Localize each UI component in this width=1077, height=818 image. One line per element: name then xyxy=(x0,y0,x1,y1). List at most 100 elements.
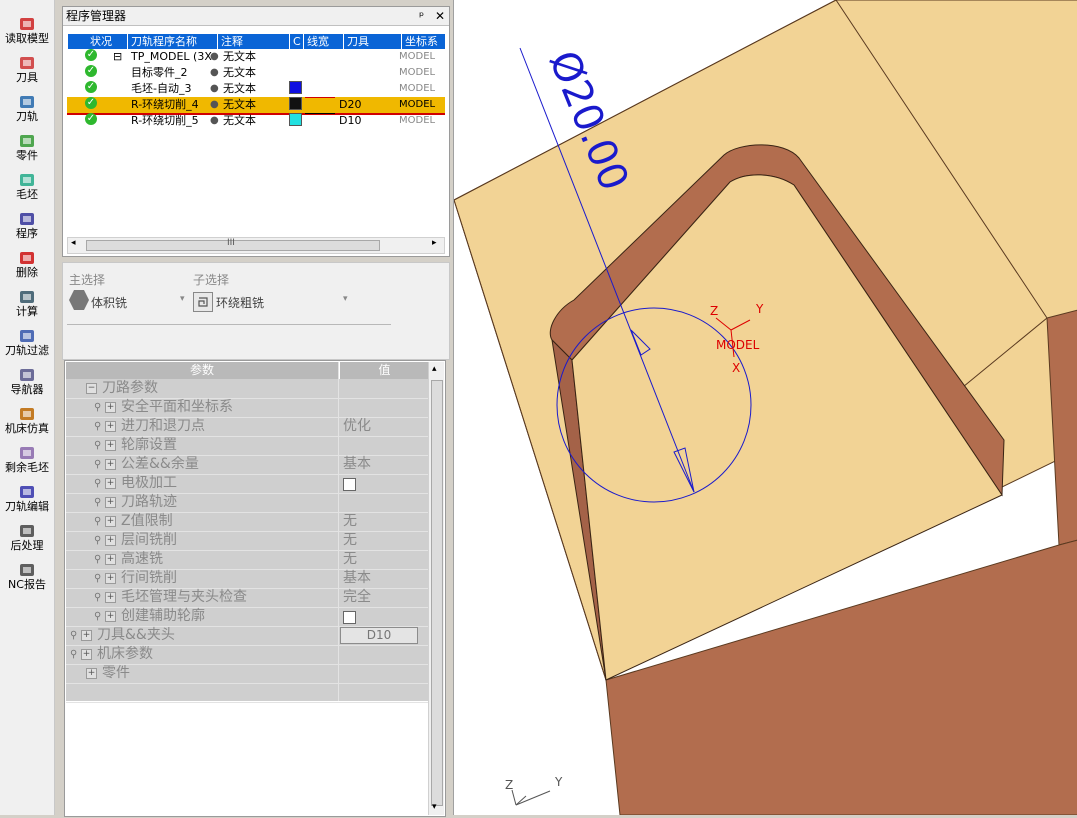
program-col-header[interactable]: 线宽 xyxy=(303,34,347,49)
toolbar-btn-4[interactable]: 零件 xyxy=(0,127,54,165)
param-label: 毛坯管理与夹头检查 xyxy=(121,589,247,605)
toolbar-btn-3[interactable]: 刀轨 xyxy=(0,88,54,126)
expand-icon[interactable]: + xyxy=(105,611,116,622)
scroll-up-icon[interactable]: ▴ xyxy=(432,364,437,374)
3d-viewport[interactable]: Ø20.00 Z Y X MODEL Z Y xyxy=(453,0,1077,816)
toolbar-btn-11[interactable]: 机床仿真 xyxy=(0,400,54,438)
param-row[interactable]: − 刀路参数 xyxy=(66,379,428,399)
expand-icon[interactable]: + xyxy=(86,668,97,679)
toolbar-btn-2[interactable]: 刀具 xyxy=(0,49,54,87)
check-icon: ✓ xyxy=(85,81,97,93)
scroll-right-icon[interactable]: ▸ xyxy=(432,238,437,248)
bulb-icon: ● xyxy=(210,83,219,94)
program-col-header[interactable]: 注释 xyxy=(217,34,293,49)
color-swatch[interactable] xyxy=(289,113,302,126)
parameter-vscroll-thumb[interactable] xyxy=(431,380,443,806)
tree-toggle-icon[interactable]: ⊟ xyxy=(113,49,122,65)
toolbar-btn-10[interactable]: 导航器 xyxy=(0,361,54,399)
pin-icon[interactable]: ᵖ xyxy=(419,7,424,25)
toolbar-btn-15[interactable]: NC报告 xyxy=(0,556,54,594)
toolbar-btn-13[interactable]: 刀轨编辑 xyxy=(0,478,54,516)
toolbar-btn-9[interactable]: 刀轨过滤 xyxy=(0,322,54,360)
color-swatch[interactable] xyxy=(289,81,302,94)
param-row[interactable]: ⚲ + Z值限制 无 xyxy=(66,512,428,532)
param-row[interactable]: ⚲ + 安全平面和坐标系 xyxy=(66,398,428,418)
param-label: 轮廓设置 xyxy=(121,437,177,453)
expand-icon[interactable]: + xyxy=(105,478,116,489)
lock-icon: ⚲ xyxy=(94,421,102,432)
program-col-header[interactable]: 刀具 xyxy=(343,34,405,49)
param-row[interactable]: ⚲ + 电极加工 xyxy=(66,474,428,494)
scroll-down-icon[interactable]: ▾ xyxy=(432,802,437,812)
toolbar-btn-1[interactable]: 读取模型 xyxy=(0,10,54,48)
toolbar-btn-6[interactable]: 程序 xyxy=(0,205,54,243)
program-col-header[interactable]: 坐标系 xyxy=(401,34,449,49)
toolbar-btn-8[interactable]: 计算 xyxy=(0,283,54,321)
tool-select-button[interactable]: D10 xyxy=(340,627,418,644)
expand-icon[interactable]: + xyxy=(81,630,92,641)
program-col-header[interactable]: 刀轨程序名称 xyxy=(127,34,221,49)
check-icon: ✓ xyxy=(85,97,97,109)
expand-icon[interactable]: + xyxy=(105,516,116,527)
param-row[interactable] xyxy=(66,683,428,703)
param-row[interactable]: ⚲ + 高速铣 无 xyxy=(66,550,428,570)
program-row[interactable]: ✓ 毛坯-自动_3 ● 无文本 MODEL xyxy=(67,81,445,97)
expand-icon[interactable]: + xyxy=(105,440,116,451)
param-column-header[interactable]: 参数 xyxy=(66,362,338,379)
param-row[interactable]: ⚲ + 进刀和退刀点 优化 xyxy=(66,417,428,437)
param-row[interactable]: ⚲ + 轮廓设置 xyxy=(66,436,428,456)
param-checkbox[interactable] xyxy=(343,611,356,624)
expand-icon[interactable]: + xyxy=(105,459,116,470)
bulb-icon: ● xyxy=(210,67,219,78)
value-column-header[interactable]: 值 xyxy=(339,362,429,379)
param-row[interactable]: ⚲ + 机床参数 xyxy=(66,645,428,665)
param-row[interactable]: ⚲ + 公差&&余量 基本 xyxy=(66,455,428,475)
toolbar-label: 刀具 xyxy=(16,71,38,84)
param-row[interactable]: ⚲ + 刀具&&夹头 D10 xyxy=(66,626,428,646)
param-label: 刀具&&夹头 xyxy=(97,627,175,643)
main-dropdown-icon[interactable]: ▾ xyxy=(180,294,185,304)
param-checkbox[interactable] xyxy=(343,478,356,491)
expand-icon[interactable]: + xyxy=(105,535,116,546)
program-row[interactable]: ✓ ⊟ TP_MODEL (3X ● 无文本 MODEL xyxy=(67,49,445,65)
scroll-left-icon[interactable]: ◂ xyxy=(71,238,76,248)
toolbar-btn-14[interactable]: 后处理 xyxy=(0,517,54,555)
param-row[interactable]: ⚲ + 层间铣削 无 xyxy=(66,531,428,551)
expand-icon[interactable]: + xyxy=(105,402,116,413)
expand-icon[interactable]: + xyxy=(105,421,116,432)
expand-icon[interactable]: + xyxy=(81,649,92,660)
expand-icon[interactable]: − xyxy=(86,383,97,394)
toolbar-btn-7[interactable]: 删除 xyxy=(0,244,54,282)
navigator-icon xyxy=(18,367,36,383)
model-view[interactable]: Ø20.00 Z Y X MODEL Z Y xyxy=(453,0,1077,816)
toolbar-btn-12[interactable]: 剩余毛坯 xyxy=(0,439,54,477)
program-col-header[interactable]: 状况 xyxy=(67,34,131,49)
param-row[interactable]: ⚲ + 行间铣削 基本 xyxy=(66,569,428,589)
toolbar-btn-5[interactable]: 毛坯 xyxy=(0,166,54,204)
sub-dropdown-icon[interactable]: ▾ xyxy=(343,294,348,304)
color-swatch[interactable] xyxy=(289,97,302,110)
program-row[interactable]: ✓ R-环绕切削_5 ● 无文本 D10 MODEL xyxy=(67,113,445,129)
expand-icon[interactable]: + xyxy=(105,592,116,603)
main-selection-value[interactable]: 体积铣 xyxy=(91,294,127,311)
toolbar-label: 刀轨编辑 xyxy=(5,500,49,513)
expand-icon[interactable]: + xyxy=(105,497,116,508)
param-value: 基本 xyxy=(343,570,371,586)
parameter-vscrollbar[interactable]: ▴ ▾ xyxy=(428,362,444,815)
param-value: 无 xyxy=(343,513,357,529)
param-label: 高速铣 xyxy=(121,551,163,567)
program-row[interactable]: ✓ 目标零件_2 ● 无文本 MODEL xyxy=(67,65,445,81)
expand-icon[interactable]: + xyxy=(105,554,116,565)
param-row[interactable]: ⚲ + 创建辅助轮廓 xyxy=(66,607,428,627)
param-value: 基本 xyxy=(343,456,371,472)
program-hscroll-thumb[interactable]: III xyxy=(86,238,380,251)
program-hscrollbar[interactable]: ◂ III ▸ xyxy=(67,237,445,254)
toolbar-label: 刀轨过滤 xyxy=(5,344,49,357)
param-row[interactable]: + 零件 xyxy=(66,664,428,684)
program-cs: MODEL xyxy=(399,67,436,78)
param-row[interactable]: ⚲ + 毛坯管理与夹头检查 完全 xyxy=(66,588,428,608)
close-icon[interactable]: ✕ xyxy=(435,7,445,25)
sub-selection-value[interactable]: 环绕粗铣 xyxy=(216,294,264,311)
expand-icon[interactable]: + xyxy=(105,573,116,584)
param-row[interactable]: ⚲ + 刀路轨迹 xyxy=(66,493,428,513)
